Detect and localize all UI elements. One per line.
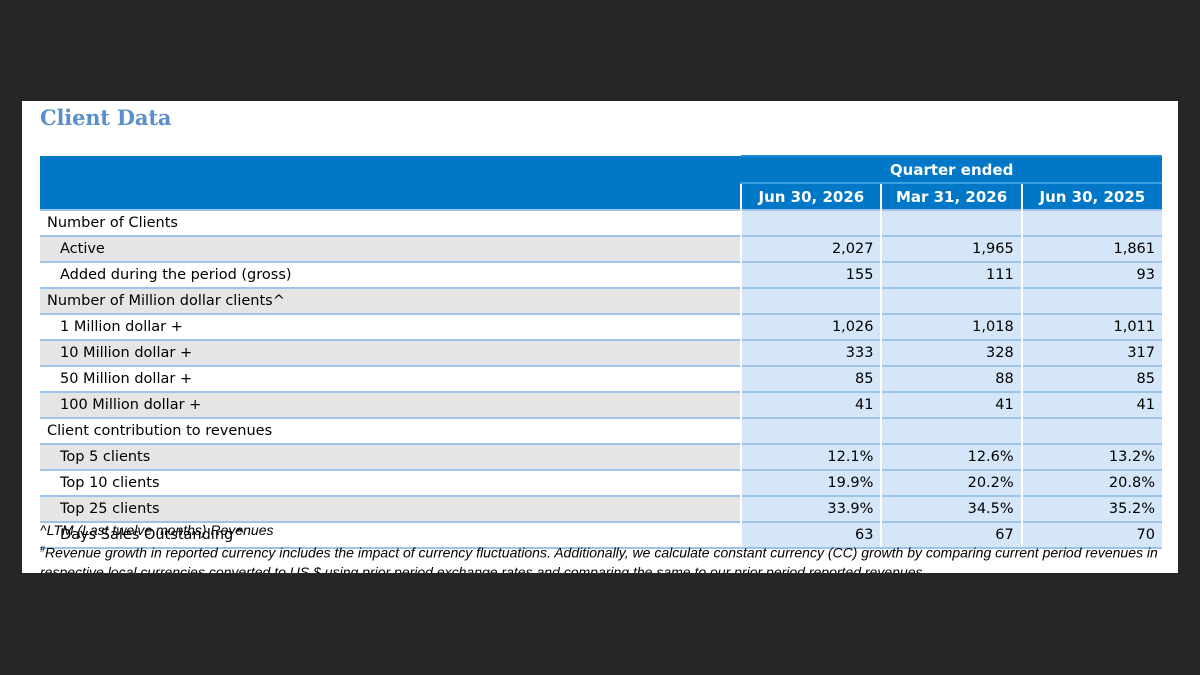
cell-value: 35.2% <box>1020 495 1162 522</box>
row-label: Top 10 clients <box>40 469 742 496</box>
quarter-ended-header: Quarter ended <box>741 155 1162 183</box>
table-row: Client contribution to revenues <box>40 417 1162 444</box>
row-label: 100 Million dollar + <box>40 391 742 418</box>
cell-value <box>1020 209 1162 236</box>
table-row: Top 5 clients 12.1% 12.6% 13.2% <box>40 443 1162 470</box>
ltm-footnote: ^LTM (Last twelve months) Revenues <box>40 522 274 538</box>
cell-value: 317 <box>1020 339 1162 366</box>
section-title: Client Data <box>40 105 172 130</box>
cell-value: 88 <box>880 365 1022 392</box>
row-label: 50 Million dollar + <box>40 365 742 392</box>
cell-value: 85 <box>1020 365 1162 392</box>
row-label: Number of Million dollar clients^ <box>40 287 742 314</box>
cc-footnote: #Revenue growth in reported currency inc… <box>40 540 1160 573</box>
cell-value: 1,861 <box>1020 235 1162 262</box>
cell-value: 155 <box>740 261 882 288</box>
row-label: 1 Million dollar + <box>40 313 742 340</box>
cell-value: 20.2% <box>880 469 1022 496</box>
cell-value: 111 <box>880 261 1022 288</box>
row-label: Client contribution to revenues <box>40 417 742 444</box>
table-row: Number of Million dollar clients^ <box>40 287 1162 314</box>
cell-value <box>880 417 1022 444</box>
table-row: 10 Million dollar + 333 328 317 <box>40 339 1162 366</box>
cell-value <box>1020 417 1162 444</box>
cell-value: 12.6% <box>880 443 1022 470</box>
period-header: Jun 30, 2025 <box>1020 182 1162 210</box>
period-header: Mar 31, 2026 <box>880 182 1022 210</box>
row-label: Active <box>40 235 742 262</box>
row-label-header <box>40 156 742 210</box>
cell-value: 328 <box>880 339 1022 366</box>
cell-value: 93 <box>1020 261 1162 288</box>
cc-footnote-text: Revenue growth in reported currency incl… <box>40 544 1158 573</box>
cell-value: 41 <box>880 391 1022 418</box>
cell-value: 1,011 <box>1020 313 1162 340</box>
cell-value <box>880 209 1022 236</box>
document-page: Client Data Quarter ended Jun 30, 2026 M… <box>22 101 1178 573</box>
cell-value <box>740 287 882 314</box>
cell-value <box>740 209 882 236</box>
cell-value: 34.5% <box>880 495 1022 522</box>
cell-value: 85 <box>740 365 882 392</box>
table-row: Top 10 clients 19.9% 20.2% 20.8% <box>40 469 1162 496</box>
cell-value: 41 <box>1020 391 1162 418</box>
row-label: Top 5 clients <box>40 443 742 470</box>
table-row: Top 25 clients 33.9% 34.5% 35.2% <box>40 495 1162 522</box>
cell-value: 12.1% <box>740 443 882 470</box>
table-row: Number of Clients <box>40 209 1162 236</box>
cell-value <box>880 287 1022 314</box>
cell-value: 33.9% <box>740 495 882 522</box>
row-label: Top 25 clients <box>40 495 742 522</box>
table-row: 1 Million dollar + 1,026 1,018 1,011 <box>40 313 1162 340</box>
cell-value: 1,018 <box>880 313 1022 340</box>
cell-value: 1,965 <box>880 235 1022 262</box>
cell-value: 20.8% <box>1020 469 1162 496</box>
cell-value <box>1020 287 1162 314</box>
cell-value: 41 <box>740 391 882 418</box>
cell-value: 13.2% <box>1020 443 1162 470</box>
row-label: 10 Million dollar + <box>40 339 742 366</box>
table-row: Added during the period (gross) 155 111 … <box>40 261 1162 288</box>
cell-value: 19.9% <box>740 469 882 496</box>
cell-value <box>740 417 882 444</box>
cell-value: 1,026 <box>740 313 882 340</box>
cell-value: 333 <box>740 339 882 366</box>
period-header: Jun 30, 2026 <box>740 182 882 210</box>
table-row: Active 2,027 1,965 1,861 <box>40 235 1162 262</box>
row-label: Number of Clients <box>40 209 742 236</box>
client-data-table: Quarter ended Jun 30, 2026 Mar 31, 2026 … <box>40 155 1162 549</box>
table-row: 50 Million dollar + 85 88 85 <box>40 365 1162 392</box>
cell-value: 2,027 <box>740 235 882 262</box>
row-label: Added during the period (gross) <box>40 261 742 288</box>
table-row: 100 Million dollar + 41 41 41 <box>40 391 1162 418</box>
footnotes: ^LTM (Last twelve months) Revenues #Reve… <box>40 521 1160 573</box>
